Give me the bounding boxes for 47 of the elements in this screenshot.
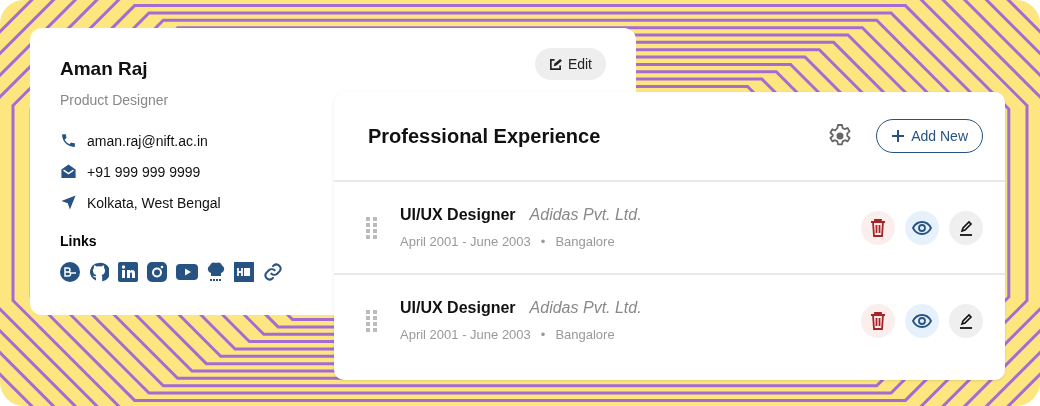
profile-name: Aman Raj (60, 58, 149, 80)
eye-icon (912, 220, 932, 235)
circle-logo-icon[interactable] (60, 262, 80, 282)
edit-button[interactable]: Edit (534, 48, 606, 80)
view-button[interactable] (905, 303, 939, 338)
link-icon[interactable] (263, 262, 283, 282)
delete-button[interactable] (861, 210, 895, 245)
company-name: Adidas Pvt. Ltd. (529, 299, 642, 317)
phone-icon (60, 132, 77, 149)
date-range: April 2001 - June 2003 (400, 234, 531, 249)
add-new-button[interactable]: Add New (876, 119, 983, 153)
play-icon[interactable] (176, 264, 198, 280)
plus-icon (891, 129, 906, 143)
envelope-icon (60, 163, 77, 180)
delete-button[interactable] (861, 303, 895, 338)
edit-button[interactable] (949, 303, 983, 338)
trash-icon (870, 311, 886, 330)
navigation-arrow-icon (60, 194, 77, 211)
job-location: Bangalore (555, 327, 615, 342)
links-heading: Links (60, 233, 97, 249)
chef-hat-icon[interactable] (207, 261, 225, 283)
drag-handle-icon[interactable] (366, 309, 378, 332)
separator-dot: • (540, 234, 546, 249)
date-range: April 2001 - June 2003 (400, 327, 531, 342)
job-title: UI/UX Designer (400, 299, 516, 317)
trash-icon (870, 218, 886, 237)
company-name: Adidas Pvt. Ltd. (529, 206, 642, 224)
profile-role: Product Designer (60, 92, 169, 108)
contact-text: Kolkata, West Bengal (87, 194, 221, 211)
job-title: UI/UX Designer (400, 206, 516, 224)
contact-text: aman.raj@nift.ac.in (87, 132, 208, 149)
edit-icon (548, 57, 562, 71)
contact-text: +91 999 999 9999 (87, 163, 201, 180)
square-logo-icon[interactable] (118, 262, 138, 282)
edit-button[interactable] (949, 210, 983, 245)
pencil-icon (958, 312, 974, 329)
separator-dot: • (540, 327, 546, 342)
view-button[interactable] (905, 210, 939, 245)
drag-handle-icon[interactable] (366, 216, 378, 239)
cat-logo-icon[interactable] (89, 262, 109, 282)
job-location: Bangalore (555, 234, 615, 249)
square-logo-icon[interactable] (234, 262, 254, 282)
eye-icon (912, 313, 932, 328)
camera-icon[interactable] (147, 262, 167, 282)
settings-icon[interactable] (828, 124, 853, 148)
section-title: Professional Experience (368, 124, 602, 148)
pencil-icon (958, 219, 974, 236)
